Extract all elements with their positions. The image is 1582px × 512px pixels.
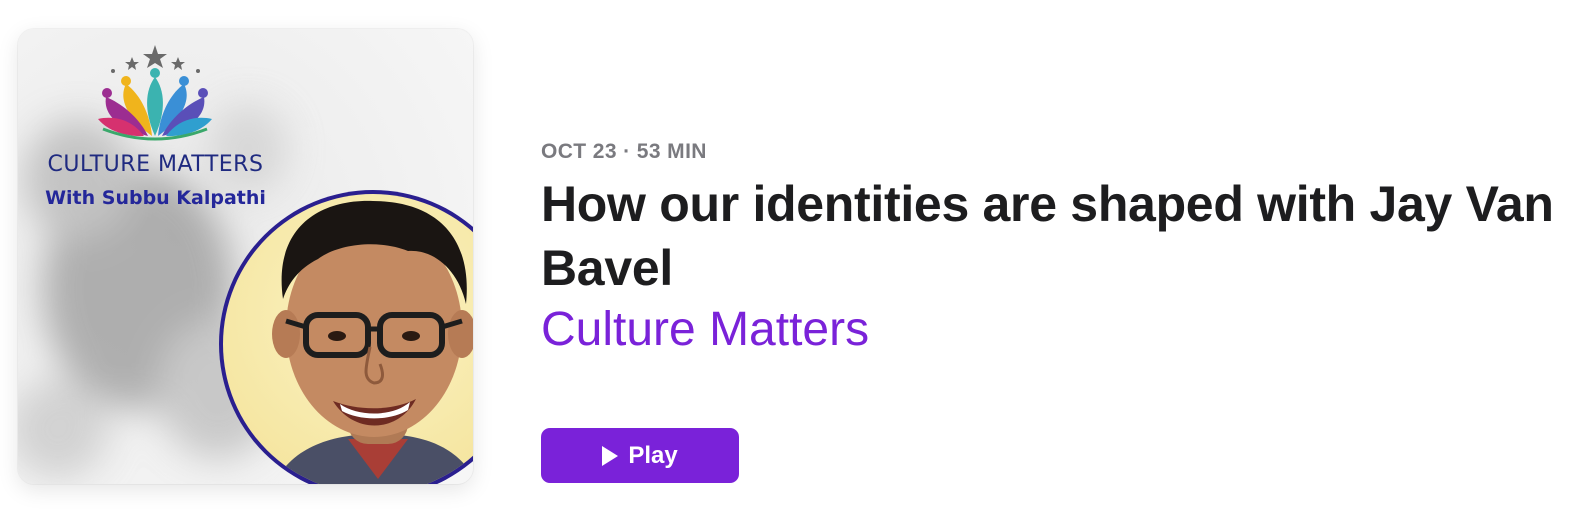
play-icon <box>602 445 619 466</box>
artwork-illustration <box>18 29 473 484</box>
podcast-artwork[interactable]: CULTURE MATTERS With Subbu Kalpathi <box>18 29 473 484</box>
artwork-title: CULTURE MATTERS <box>47 152 264 177</box>
artwork-subtitle: With Subbu Kalpathi <box>45 187 266 209</box>
show-link[interactable]: Culture Matters <box>541 300 869 360</box>
episode-details: OCT 23 · 53 MIN How our identities are s… <box>541 138 1571 360</box>
play-button[interactable]: Play <box>541 428 739 483</box>
play-button-label: Play <box>628 441 678 469</box>
episode-header: CULTURE MATTERS With Subbu Kalpathi OCT … <box>0 0 1582 512</box>
episode-meta: OCT 23 · 53 MIN <box>541 140 707 163</box>
episode-title: How our identities are shaped with Jay V… <box>541 176 1554 296</box>
